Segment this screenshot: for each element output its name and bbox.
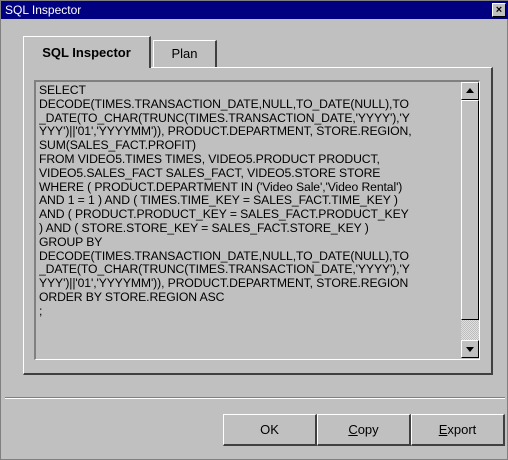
scrollbar-thumb[interactable] [461, 100, 479, 320]
tab-panel: SELECT DECODE(TIMES.TRANSACTION_DATE,NUL… [23, 67, 493, 375]
title-bar[interactable]: SQL Inspector × [1, 1, 508, 19]
sql-inspector-window: SQL Inspector × SQL Inspector Plan SELEC… [0, 0, 508, 460]
tab-sql-inspector[interactable]: SQL Inspector [23, 36, 151, 68]
scrollbar-track[interactable] [461, 320, 479, 340]
copy-button-mnemonic: C [348, 422, 358, 437]
arrow-down-icon [466, 347, 474, 352]
ok-button[interactable]: OK [223, 414, 317, 446]
vertical-scrollbar[interactable] [461, 82, 479, 358]
sql-text-area[interactable]: SELECT DECODE(TIMES.TRANSACTION_DATE,NUL… [34, 80, 480, 360]
copy-button[interactable]: Copy [317, 414, 411, 446]
export-button-label: xport [447, 422, 477, 437]
scroll-up-button[interactable] [461, 82, 479, 100]
divider [5, 397, 505, 399]
arrow-up-icon [466, 88, 474, 93]
window-title: SQL Inspector [5, 3, 82, 17]
export-button[interactable]: Export [411, 414, 505, 446]
close-icon[interactable]: × [492, 3, 506, 17]
scroll-down-button[interactable] [461, 340, 479, 358]
tab-plan[interactable]: Plan [153, 40, 217, 68]
ok-button-label: OK [260, 422, 279, 437]
sql-text[interactable]: SELECT DECODE(TIMES.TRANSACTION_DATE,NUL… [39, 84, 457, 356]
copy-button-label: opy [357, 422, 379, 437]
